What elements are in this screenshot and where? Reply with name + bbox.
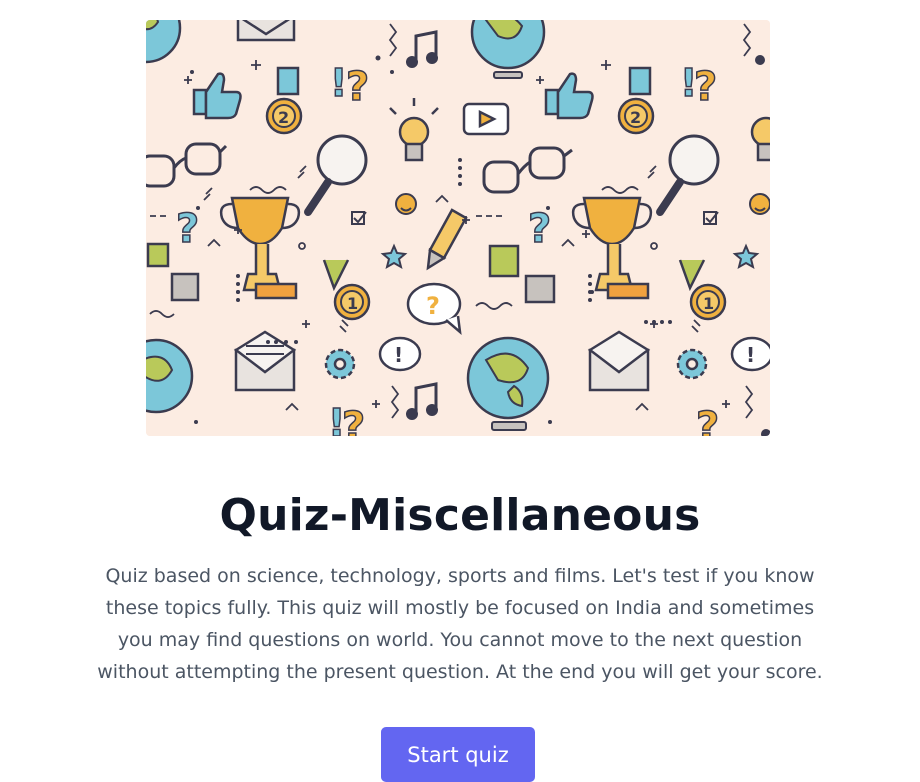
envelope-icon — [236, 20, 296, 42]
exclamation-mark-icon: ! — [330, 61, 347, 105]
speech-bubble-symbol: ! — [394, 343, 403, 367]
question-mark-icon: ? — [696, 404, 719, 436]
medal-number: 2 — [278, 108, 289, 127]
question-mark-icon: ? — [342, 404, 365, 436]
smiley-icon — [395, 193, 417, 215]
gear-icon — [676, 348, 708, 380]
speech-bubble-symbol: ! — [746, 343, 755, 367]
gear-icon — [324, 348, 356, 380]
smiley-icon — [749, 193, 770, 215]
question-mark-icon: ? — [528, 206, 551, 252]
question-mark-icon: ? — [176, 206, 199, 252]
quiz-intro-page: ? ! ? ! ? ? ? ! ? 2 2 1 1 ? ! ! Quiz-Mis… — [0, 0, 920, 782]
quiz-hero-illustration: ? ! ? ! ? ? ? ! ? 2 2 1 1 ? ! ! — [146, 20, 770, 436]
start-quiz-button[interactable]: Start quiz — [381, 727, 535, 782]
quiz-description: Quiz based on science, technology, sport… — [97, 565, 823, 683]
quiz-title: Quiz-Miscellaneous — [219, 490, 701, 541]
speech-bubble-icon: ! — [730, 336, 770, 372]
medal-number: 2 — [630, 108, 641, 127]
exclamation-mark-icon: ! — [680, 61, 697, 105]
medal-number: 1 — [703, 294, 714, 313]
exclamation-mark-icon: ! — [328, 401, 345, 436]
video-play-icon — [462, 102, 510, 136]
medal-number: 1 — [347, 294, 358, 313]
speech-bubble-icon: ! — [378, 336, 422, 372]
question-mark-icon: ? — [694, 64, 717, 110]
doodle-pattern: ? ! ? ! ? ? ? ! ? 2 2 1 1 ? ! ! — [146, 20, 770, 436]
question-mark-icon: ? — [346, 64, 369, 110]
speech-bubble-symbol: ? — [426, 292, 440, 320]
